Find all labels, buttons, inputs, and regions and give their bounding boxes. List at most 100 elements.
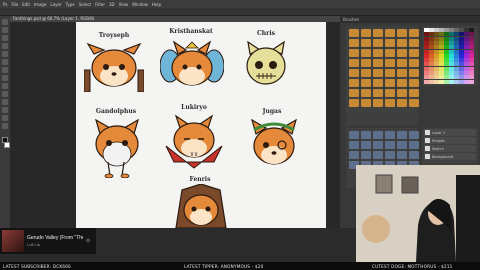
brush-preset[interactable] xyxy=(385,89,395,97)
tool-icon[interactable] xyxy=(2,107,8,113)
color-swatch[interactable] xyxy=(469,79,474,84)
background-color-swatch[interactable] xyxy=(3,142,10,148)
brush-preset[interactable] xyxy=(409,49,419,57)
tool-icon[interactable] xyxy=(2,115,8,121)
brush-preset[interactable] xyxy=(361,79,371,87)
emote-label-chris: Chris xyxy=(257,30,275,37)
tool-icon[interactable] xyxy=(2,43,8,49)
brush-preset[interactable] xyxy=(385,151,395,159)
brush-preset[interactable] xyxy=(349,49,359,57)
brush-preset[interactable] xyxy=(409,79,419,87)
brush-preset[interactable] xyxy=(361,99,371,107)
brush-preset[interactable] xyxy=(397,131,407,139)
brush-preset[interactable] xyxy=(409,89,419,97)
brush-preset[interactable] xyxy=(361,141,371,149)
layer-row[interactable]: Background xyxy=(424,153,476,160)
menu-item-ps[interactable]: Ps xyxy=(3,2,7,7)
canvas[interactable]: Troyseph Kristhanskat Chris Gandolphus L… xyxy=(76,22,326,228)
brush-preset[interactable] xyxy=(349,79,359,87)
brush-preset[interactable] xyxy=(385,79,395,87)
tool-icon[interactable] xyxy=(2,27,8,33)
tool-icon[interactable] xyxy=(2,99,8,105)
brush-preset[interactable] xyxy=(397,49,407,57)
tool-icon[interactable] xyxy=(2,75,8,81)
layer-row[interactable]: Shapes xyxy=(424,137,476,144)
brush-preset[interactable] xyxy=(385,141,395,149)
brush-preset[interactable] xyxy=(385,99,395,107)
tool-icon[interactable] xyxy=(2,51,8,57)
brush-preset[interactable] xyxy=(349,69,359,77)
tool-icon[interactable] xyxy=(2,19,8,25)
brush-preset[interactable] xyxy=(397,99,407,107)
brush-preset[interactable] xyxy=(397,79,407,87)
brush-preset[interactable] xyxy=(397,39,407,47)
brush-preset[interactable] xyxy=(349,59,359,67)
tool-icon[interactable] xyxy=(2,35,8,41)
brush-preset[interactable] xyxy=(385,49,395,57)
menu-item-type[interactable]: Type xyxy=(66,2,75,7)
brush-preset[interactable] xyxy=(349,131,359,139)
layer-row[interactable]: Layer 1 xyxy=(424,129,476,136)
brush-preset[interactable] xyxy=(409,59,419,67)
brush-preset[interactable] xyxy=(373,151,383,159)
menu-item-select[interactable]: Select xyxy=(79,2,91,7)
brush-preset[interactable] xyxy=(373,69,383,77)
brush-preset[interactable] xyxy=(397,29,407,37)
brush-preset[interactable] xyxy=(397,151,407,159)
tool-icon[interactable] xyxy=(2,91,8,97)
brush-preset[interactable] xyxy=(373,39,383,47)
brush-preset[interactable] xyxy=(385,69,395,77)
menu-item-3d[interactable]: 3D xyxy=(109,2,115,7)
brush-preset[interactable] xyxy=(373,79,383,87)
brush-preset[interactable] xyxy=(361,89,371,97)
brush-preset[interactable] xyxy=(373,141,383,149)
brush-preset[interactable] xyxy=(385,29,395,37)
layer-row[interactable]: Sketch xyxy=(424,145,476,152)
tool-icon[interactable] xyxy=(2,83,8,89)
brush-preset[interactable] xyxy=(361,69,371,77)
brush-preset[interactable] xyxy=(373,59,383,67)
menu-item-help[interactable]: Help xyxy=(152,2,161,7)
brush-preset[interactable] xyxy=(409,69,419,77)
brush-preset[interactable] xyxy=(409,39,419,47)
brush-preset[interactable] xyxy=(361,39,371,47)
brush-preset[interactable] xyxy=(373,131,383,139)
brush-preset[interactable] xyxy=(397,59,407,67)
brush-preset[interactable] xyxy=(361,131,371,139)
brush-preset[interactable] xyxy=(409,131,419,139)
brush-preset[interactable] xyxy=(349,151,359,159)
tool-icon[interactable] xyxy=(2,123,8,129)
brush-preset[interactable] xyxy=(397,89,407,97)
menu-item-image[interactable]: Image xyxy=(34,2,47,7)
tool-icon[interactable] xyxy=(2,59,8,65)
brush-preset[interactable] xyxy=(373,49,383,57)
brush-preset[interactable] xyxy=(349,39,359,47)
brush-preset[interactable] xyxy=(409,141,419,149)
brush-preset[interactable] xyxy=(349,89,359,97)
tool-icon[interactable] xyxy=(2,67,8,73)
brush-preset[interactable] xyxy=(373,29,383,37)
brush-preset[interactable] xyxy=(361,151,371,159)
brush-preset[interactable] xyxy=(397,69,407,77)
brush-preset[interactable] xyxy=(373,89,383,97)
menu-item-filter[interactable]: Filter xyxy=(95,2,105,7)
menu-item-view[interactable]: View xyxy=(119,2,129,7)
brush-preset[interactable] xyxy=(349,99,359,107)
brush-preset[interactable] xyxy=(361,49,371,57)
brush-preset[interactable] xyxy=(349,141,359,149)
brush-preset[interactable] xyxy=(409,99,419,107)
brush-preset[interactable] xyxy=(349,29,359,37)
brush-preset[interactable] xyxy=(385,131,395,139)
brush-preset[interactable] xyxy=(409,151,419,159)
menu-item-window[interactable]: Window xyxy=(132,2,148,7)
brush-preset[interactable] xyxy=(385,39,395,47)
brush-preset[interactable] xyxy=(373,99,383,107)
menu-item-file[interactable]: File xyxy=(11,2,18,7)
brush-preset[interactable] xyxy=(361,59,371,67)
brush-preset[interactable] xyxy=(409,29,419,37)
brush-preset[interactable] xyxy=(385,59,395,67)
brush-preset[interactable] xyxy=(361,29,371,37)
menu-item-edit[interactable]: Edit xyxy=(22,2,30,7)
menu-item-layer[interactable]: Layer xyxy=(50,2,61,7)
brush-preset[interactable] xyxy=(397,141,407,149)
